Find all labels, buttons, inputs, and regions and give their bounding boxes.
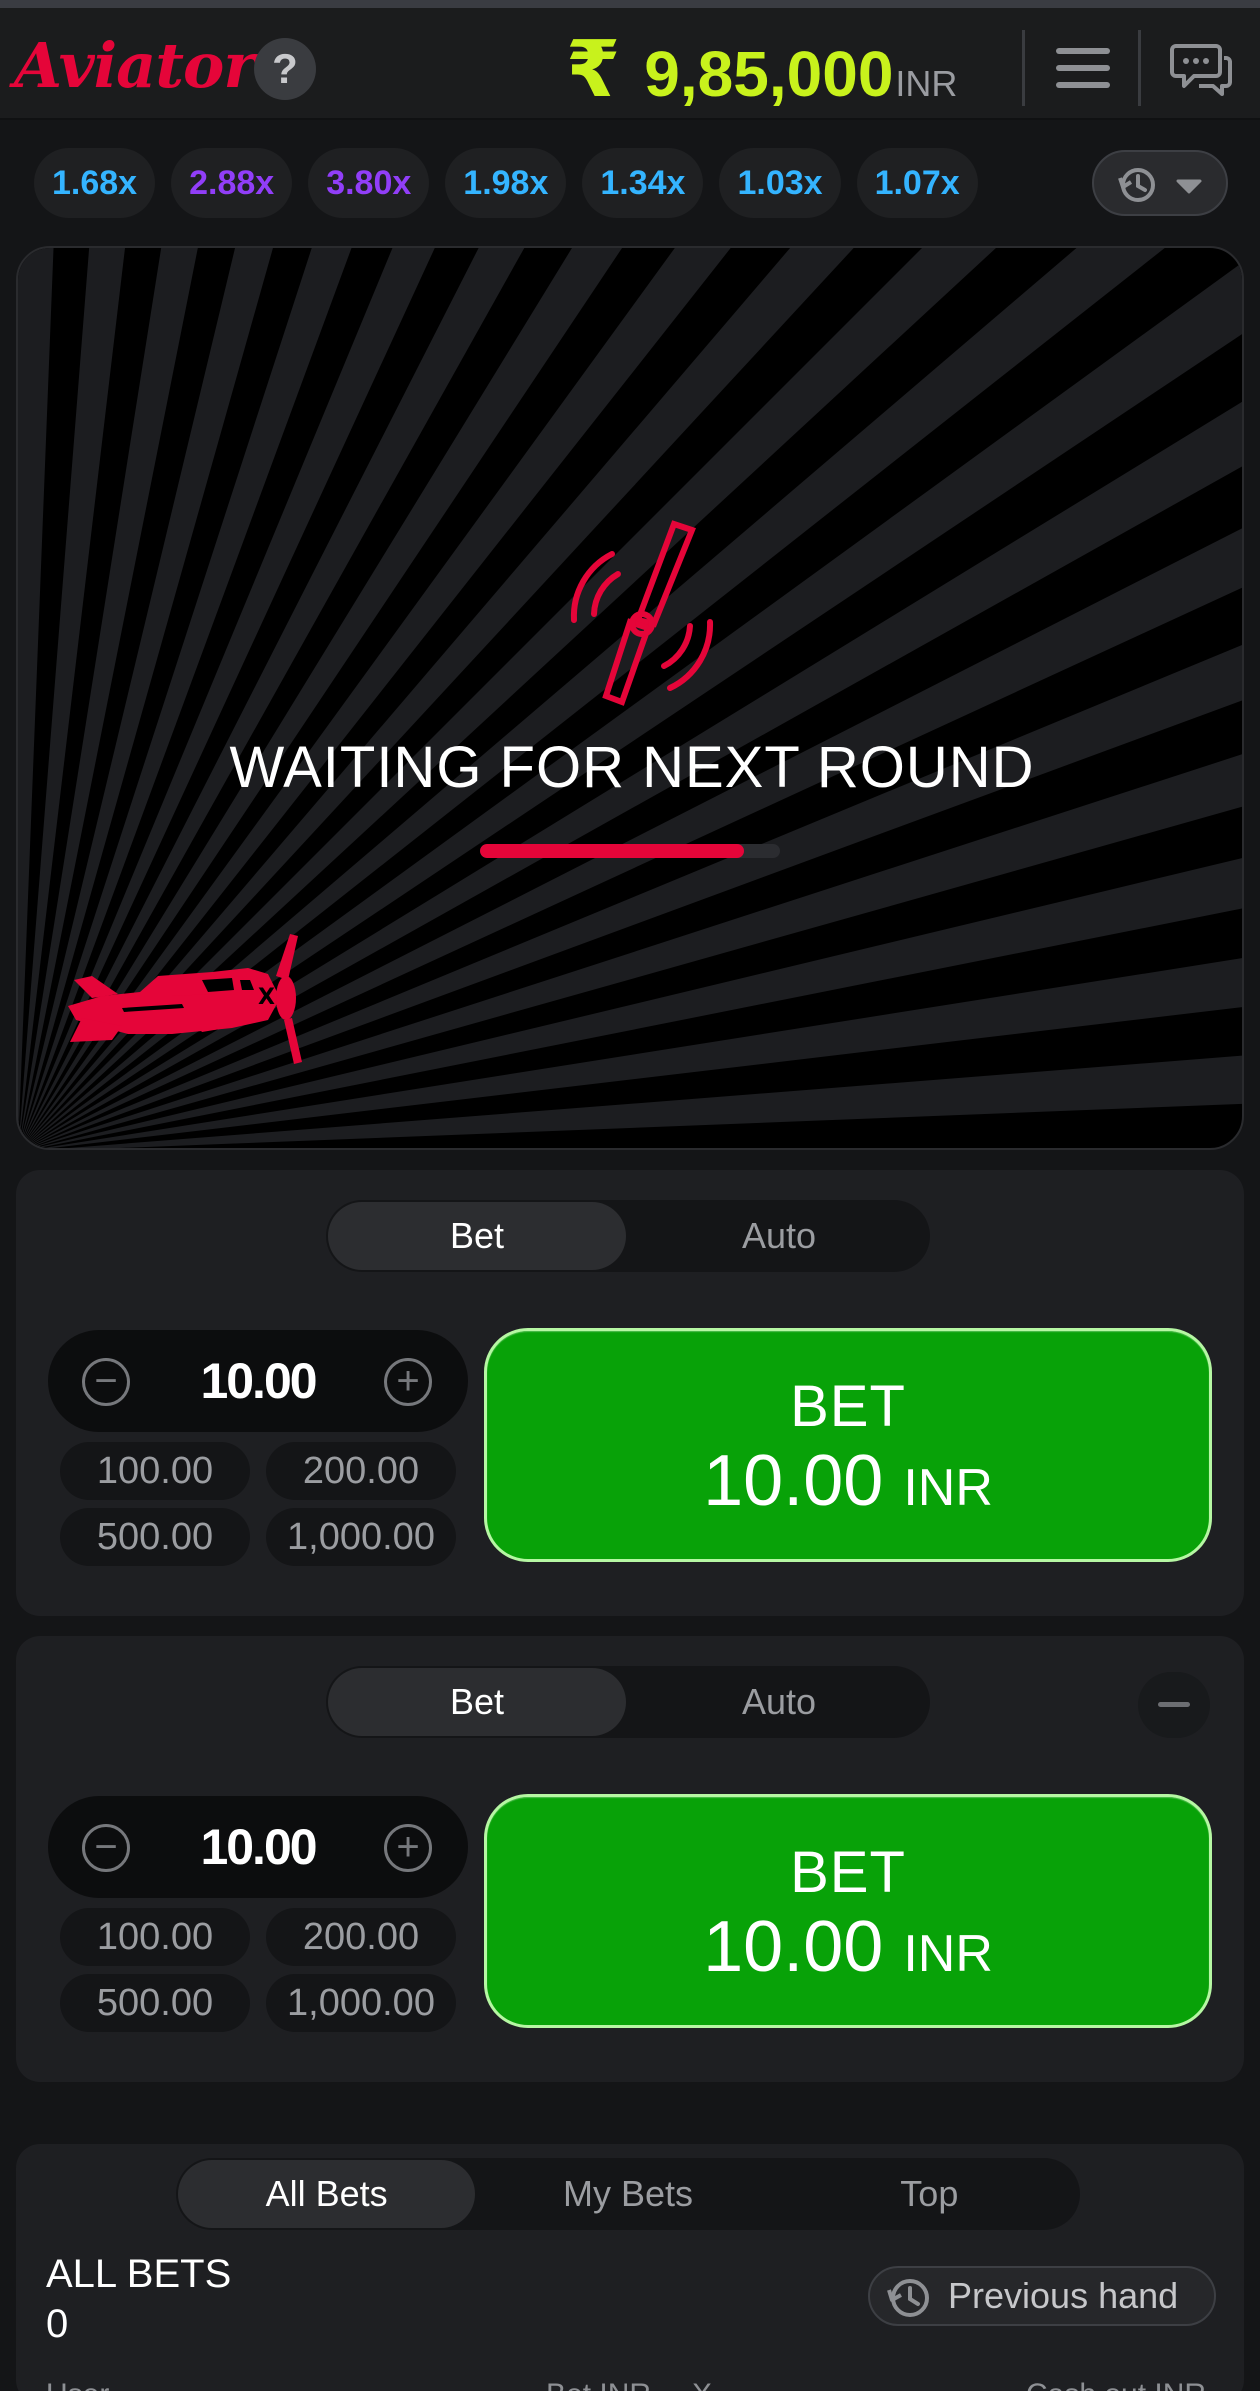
header: Aviator ? ₹ 9,85,000 INR bbox=[0, 8, 1260, 120]
multiplier-pill[interactable]: 3.80x bbox=[308, 148, 430, 218]
tab-top[interactable]: Top bbox=[781, 2160, 1078, 2228]
column-user: User bbox=[46, 2380, 109, 2391]
rupee-icon: ₹ bbox=[566, 25, 621, 113]
header-divider bbox=[1022, 30, 1025, 106]
quick-amount-button[interactable]: 200.00 bbox=[266, 1442, 456, 1500]
aviator-logo: Aviator bbox=[14, 29, 256, 102]
balance: ₹ 9,85,000 INR bbox=[566, 26, 957, 112]
svg-text:X: X bbox=[258, 985, 275, 1010]
quick-amount-button[interactable]: 200.00 bbox=[266, 1908, 456, 1966]
quick-amount-button[interactable]: 500.00 bbox=[60, 1974, 250, 2032]
help-icon[interactable]: ? bbox=[254, 38, 316, 100]
bets-tabs: All Bets My Bets Top bbox=[176, 2158, 1080, 2230]
quick-amount-button[interactable]: 1,000.00 bbox=[266, 1508, 456, 1566]
plane-icon: X bbox=[68, 934, 302, 1064]
bet-button-amount: 10.00 INR bbox=[703, 1907, 993, 1987]
history-toggle-button[interactable] bbox=[1092, 150, 1228, 216]
multiplier-pill[interactable]: 1.03x bbox=[719, 148, 841, 218]
multiplier-pill[interactable]: 1.98x bbox=[445, 148, 567, 218]
bet-button-label: BET bbox=[790, 1374, 906, 1439]
bet-button-amount: 10.00 INR bbox=[703, 1441, 993, 1521]
place-bet-button[interactable]: BET 10.00 INR bbox=[484, 1328, 1212, 1562]
bet-amount-input[interactable]: 10.00 bbox=[138, 1796, 378, 1898]
multiplier-pill[interactable]: 1.07x bbox=[856, 148, 978, 218]
tab-auto[interactable]: Auto bbox=[630, 1202, 928, 1270]
column-x: X bbox=[692, 2380, 712, 2391]
bet-amount-stepper: − 10.00 + bbox=[48, 1330, 468, 1432]
bet-mode-tabs: Bet Auto bbox=[326, 1666, 930, 1738]
multiplier-history: 1.68x 2.88x 3.80x 1.98x 1.34x 1.03x 1.07x bbox=[34, 148, 994, 218]
bet-amount-input[interactable]: 10.00 bbox=[138, 1330, 378, 1432]
previous-hand-button[interactable]: Previous hand bbox=[868, 2266, 1216, 2326]
place-bet-button[interactable]: BET 10.00 INR bbox=[484, 1794, 1212, 2028]
previous-hand-label: Previous hand bbox=[948, 2275, 1179, 2316]
decrease-icon[interactable]: − bbox=[82, 1358, 130, 1406]
remove-panel-button[interactable] bbox=[1138, 1672, 1210, 1738]
bet-amount-stepper: − 10.00 + bbox=[48, 1796, 468, 1898]
menu-icon[interactable] bbox=[1056, 48, 1110, 88]
multiplier-pill[interactable]: 1.68x bbox=[34, 148, 156, 218]
header-divider bbox=[1138, 30, 1141, 106]
column-cashout: Cash out INR bbox=[1026, 2380, 1206, 2391]
bet-mode-tabs: Bet Auto bbox=[326, 1200, 930, 1272]
multiplier-pill[interactable]: 1.34x bbox=[582, 148, 704, 218]
quick-amount-button[interactable]: 500.00 bbox=[60, 1508, 250, 1566]
balance-currency: INR bbox=[895, 63, 958, 104]
tab-my-bets[interactable]: My Bets bbox=[479, 2160, 776, 2228]
decrease-icon[interactable]: − bbox=[82, 1824, 130, 1872]
game-canvas: WAITING FOR NEXT ROUND X bbox=[16, 246, 1244, 1150]
bet-panel-1: Bet Auto − 10.00 + 100.00 200.00 500.00 … bbox=[16, 1170, 1244, 1616]
minus-icon bbox=[1158, 1702, 1190, 1707]
bets-table-header: User Bet INR X Cash out INR bbox=[46, 2372, 1216, 2391]
all-bets-title: ALL BETS bbox=[46, 2252, 232, 2296]
tab-bet[interactable]: Bet bbox=[328, 1202, 626, 1270]
multiplier-pill[interactable]: 2.88x bbox=[171, 148, 293, 218]
tab-bet[interactable]: Bet bbox=[328, 1668, 626, 1736]
propeller-icon bbox=[570, 520, 714, 706]
top-border bbox=[0, 0, 1260, 8]
balance-amount: 9,85,000 bbox=[644, 38, 894, 110]
increase-icon[interactable]: + bbox=[384, 1358, 432, 1406]
round-status: WAITING FOR NEXT ROUND bbox=[229, 735, 1035, 800]
quick-amount-button[interactable]: 100.00 bbox=[60, 1442, 250, 1500]
round-progress-fill bbox=[480, 844, 744, 858]
tab-all-bets[interactable]: All Bets bbox=[178, 2160, 476, 2228]
increase-icon[interactable]: + bbox=[384, 1824, 432, 1872]
all-bets-count: 0 bbox=[46, 2302, 69, 2346]
history-icon bbox=[1118, 168, 1202, 202]
column-bet: Bet INR bbox=[546, 2380, 651, 2391]
bets-panel: All Bets My Bets Top ALL BETS 0 Previous… bbox=[16, 2144, 1244, 2391]
bet-panel-2: Bet Auto − 10.00 + 100.00 200.00 500.00 … bbox=[16, 1636, 1244, 2082]
history-icon bbox=[887, 2279, 929, 2317]
round-progress bbox=[480, 844, 780, 858]
bet-button-label: BET bbox=[790, 1840, 906, 1905]
chat-icon[interactable] bbox=[1170, 40, 1232, 96]
quick-amount-button[interactable]: 100.00 bbox=[60, 1908, 250, 1966]
tab-auto[interactable]: Auto bbox=[630, 1668, 928, 1736]
quick-amount-button[interactable]: 1,000.00 bbox=[266, 1974, 456, 2032]
